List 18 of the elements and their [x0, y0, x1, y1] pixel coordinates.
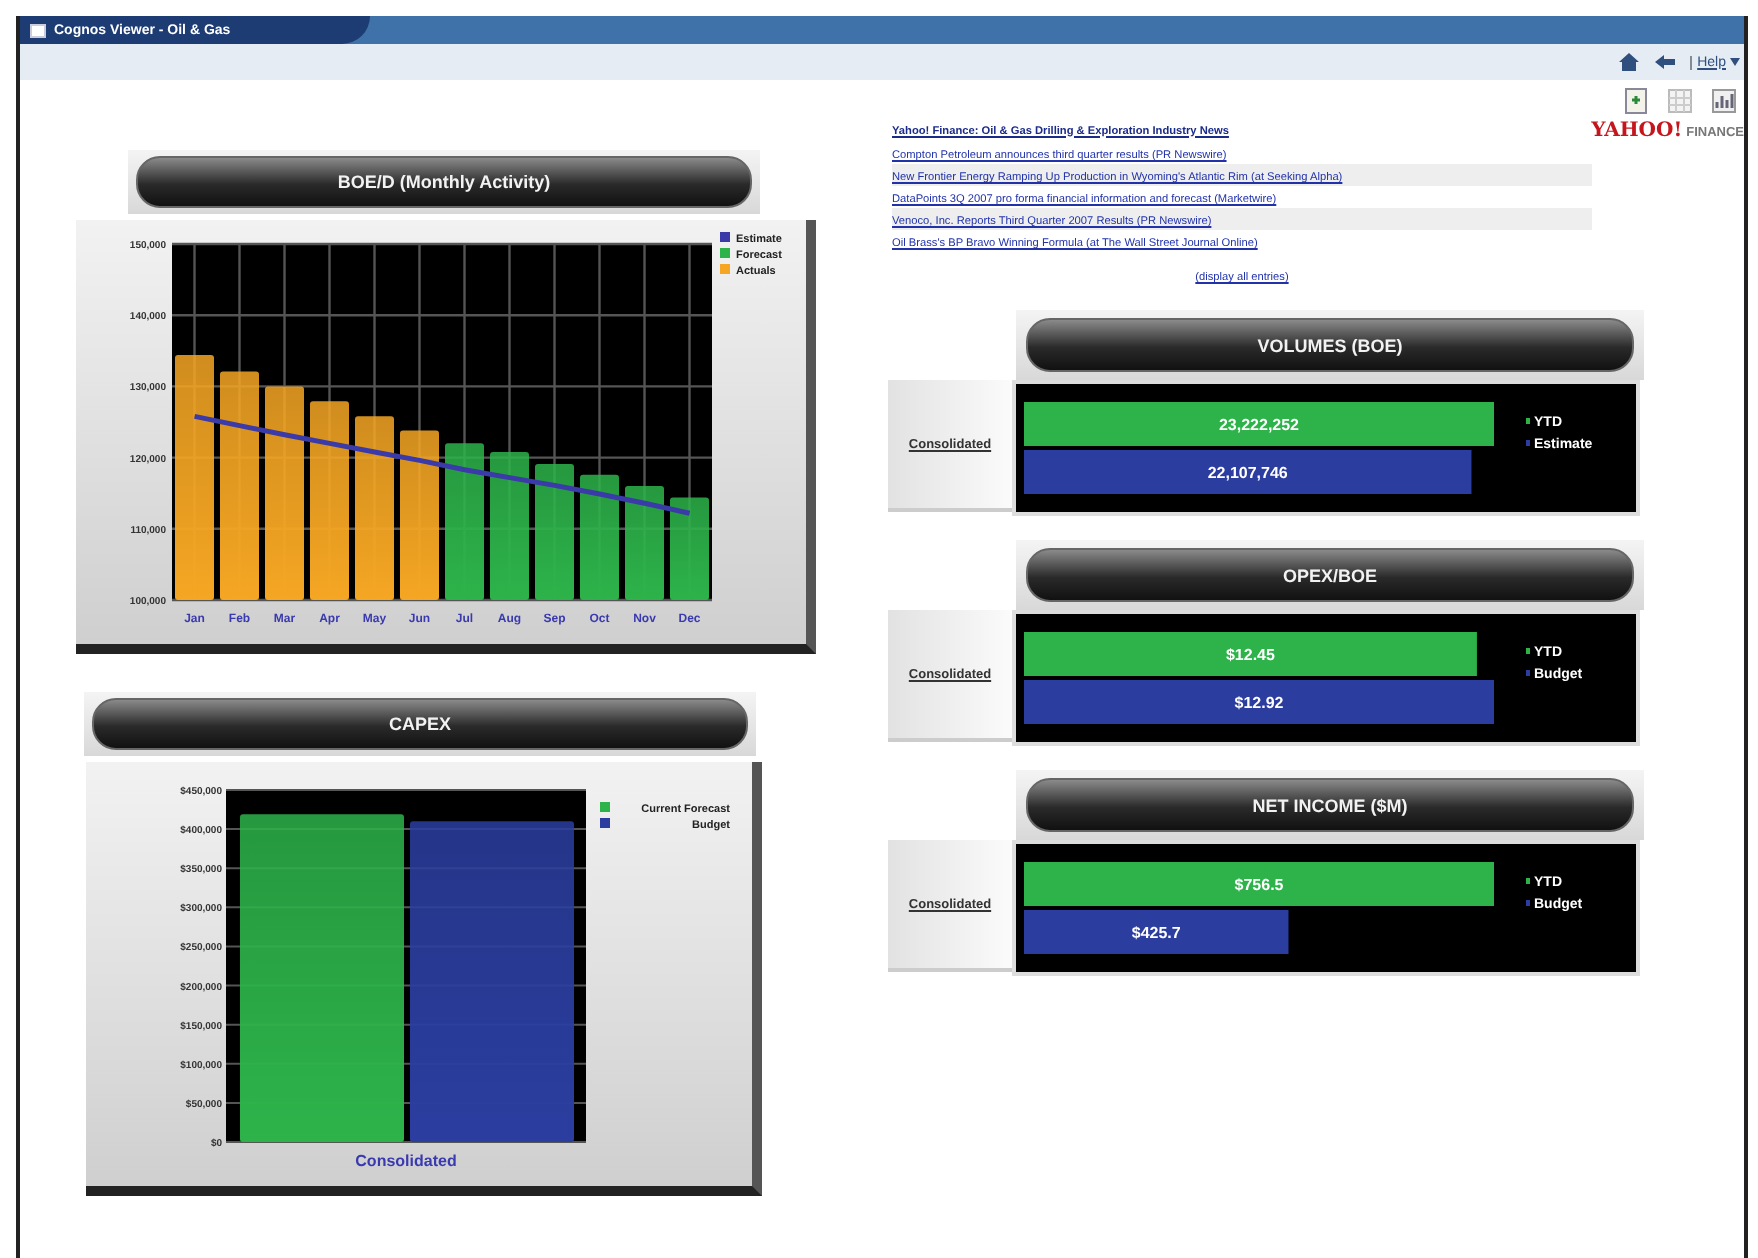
home-icon[interactable] — [1617, 52, 1640, 72]
document-icon[interactable] — [1624, 88, 1648, 114]
panel-title: OPEX/BOE — [1026, 548, 1634, 602]
chart-icon[interactable] — [1712, 88, 1736, 114]
data-label: $425.7 — [1131, 924, 1181, 942]
panel-title: BOE/D (Monthly Activity) — [136, 156, 752, 208]
data-label: 22,107,746 — [1207, 464, 1288, 482]
panel-title: CAPEX — [92, 698, 748, 750]
panel-title: VOLUMES (BOE) — [1026, 318, 1634, 372]
caret-icon — [1730, 58, 1740, 66]
axis-label: Consolidated — [355, 1152, 457, 1170]
back-arrow-icon[interactable] — [1653, 54, 1676, 70]
panel-title: NET INCOME ($M) — [1026, 778, 1634, 832]
data-label: $12.45 — [1226, 646, 1275, 664]
window-icon — [30, 23, 46, 37]
data-label: $12.92 — [1234, 694, 1284, 712]
data-label: 23,222,252 — [1218, 416, 1300, 434]
data-label: $756.5 — [1234, 876, 1284, 894]
